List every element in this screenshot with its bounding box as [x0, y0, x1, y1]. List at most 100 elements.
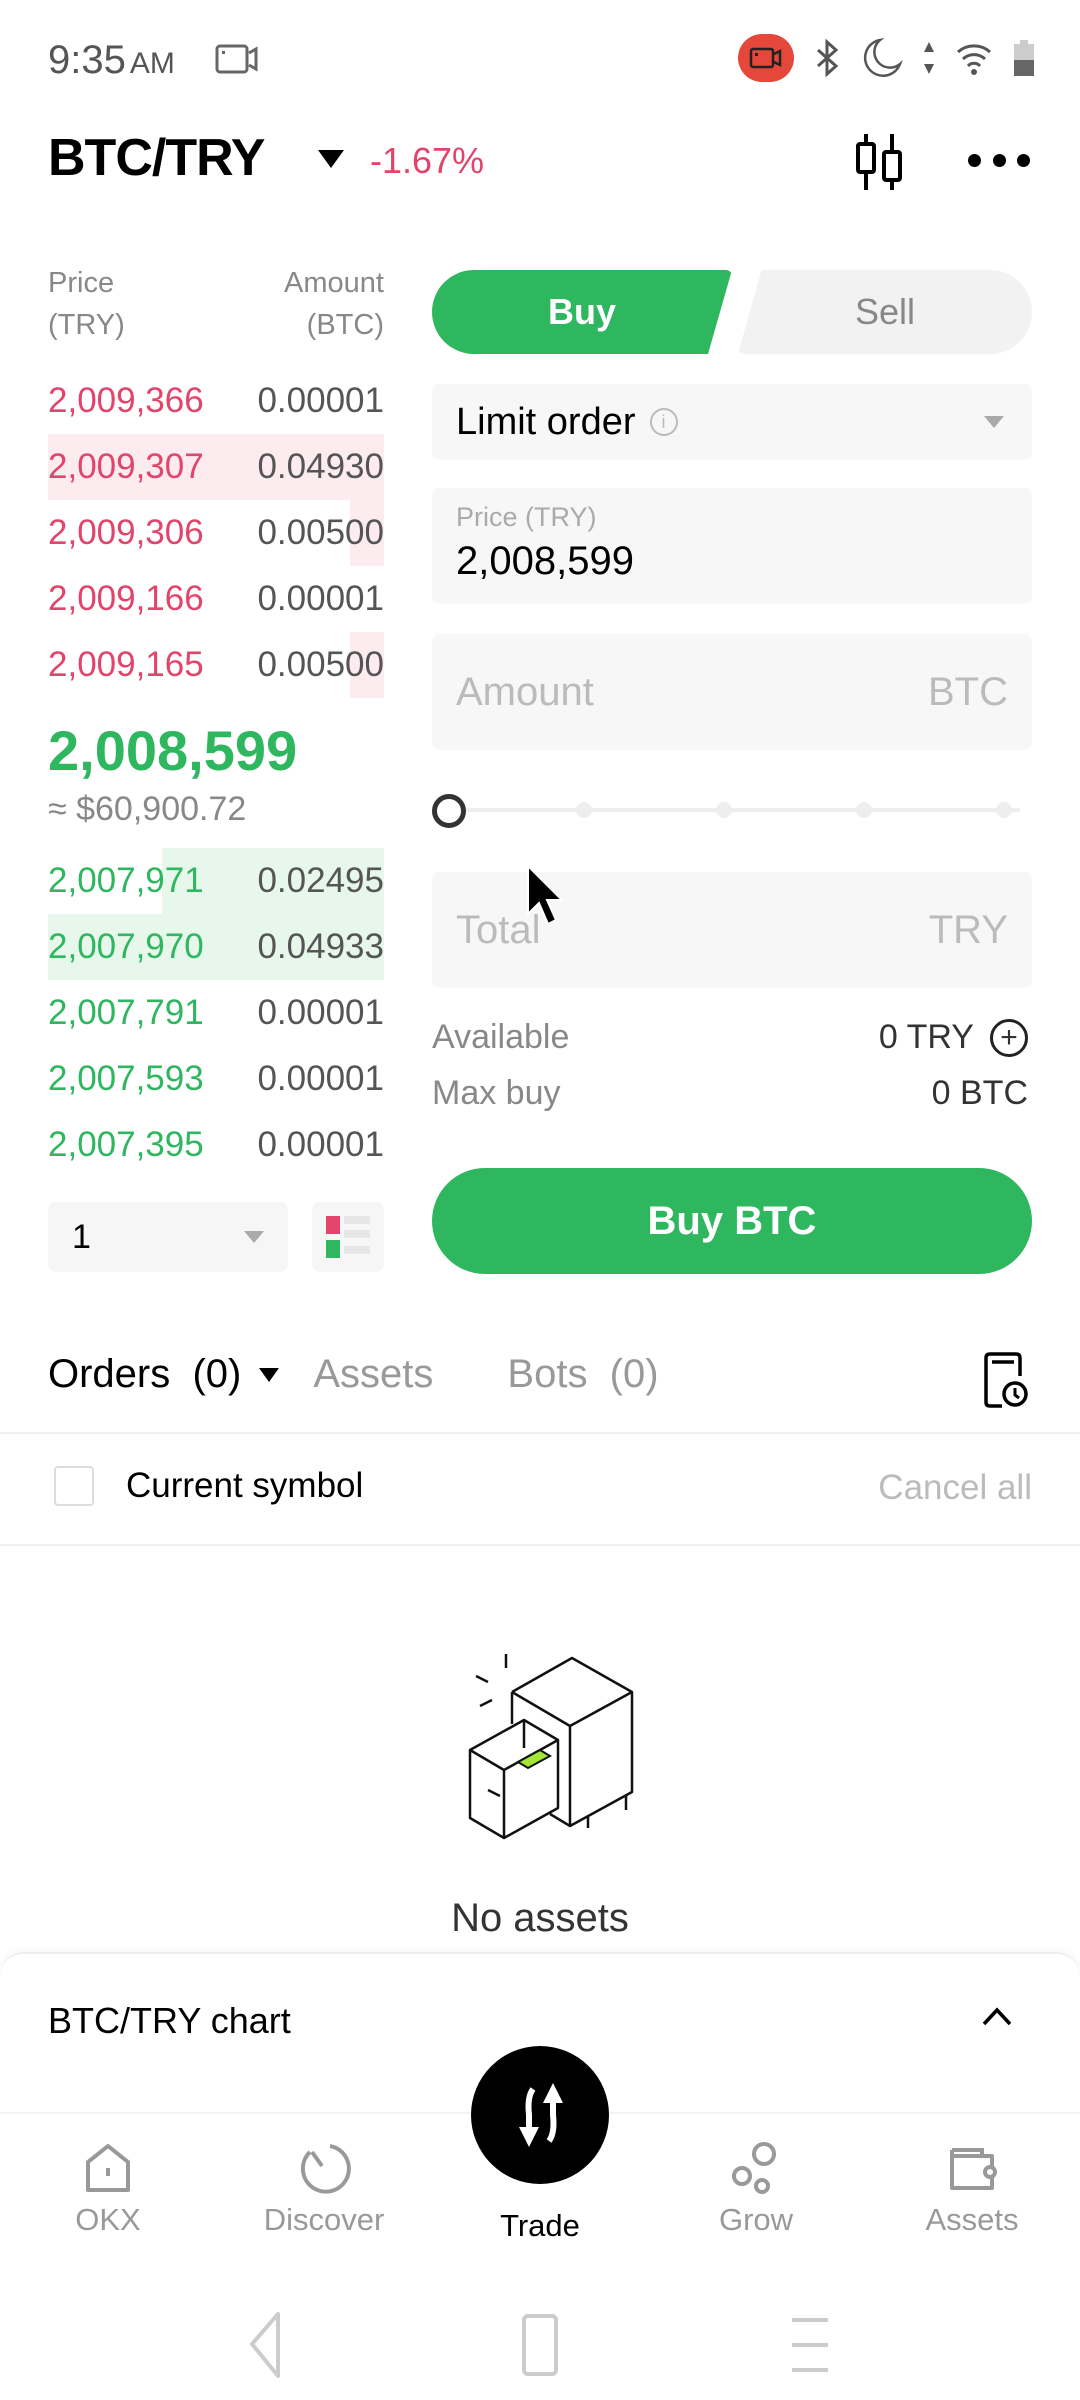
price-change-percent: -1.67%: [370, 140, 485, 181]
nav-assets[interactable]: Assets: [882, 2140, 1062, 2238]
data-arrows-icon: [924, 42, 934, 74]
add-funds-icon[interactable]: +: [990, 1018, 1028, 1057]
slider-tick-100[interactable]: [996, 802, 1012, 818]
ask-row[interactable]: 2,009,366 0.00001: [48, 368, 384, 434]
last-price-usd: ≈ $60,900.72: [48, 790, 247, 828]
pair-title[interactable]: BTC/TRY: [48, 128, 265, 188]
recents-icon[interactable]: [792, 2318, 828, 2372]
order-type-select[interactable]: Limit order i: [432, 384, 1032, 460]
grow-icon: [732, 2142, 776, 2194]
bid-row[interactable]: 2,007,971 0.02495: [48, 848, 384, 914]
side-toggle: Buy Sell: [432, 270, 1032, 354]
chart-panel-title[interactable]: BTC/TRY chart: [48, 2000, 291, 2042]
slider-tick-50[interactable]: [716, 802, 732, 818]
ask-price: 2,009,366: [48, 381, 204, 420]
tab-orders[interactable]: Orders (0): [48, 1352, 280, 1397]
home-icon: [86, 2144, 130, 2192]
max-buy-value: 0 BTC: [931, 1074, 1028, 1112]
do-not-disturb-icon: [863, 37, 903, 77]
available-label: Available: [432, 1018, 570, 1056]
ask-orders: 2,009,366 0.00001 2,009,307 0.04930 2,009,30…: [48, 368, 384, 698]
ask-row[interactable]: 2,009,166 0.00001: [48, 566, 384, 632]
amount-percent-slider[interactable]: [432, 790, 1028, 830]
chevron-up-icon[interactable]: [980, 2004, 1014, 2028]
back-icon[interactable]: [250, 2312, 280, 2378]
order-type-label: Limit order: [456, 400, 636, 443]
ask-price: 2,009,307: [48, 447, 204, 486]
slider-thumb[interactable]: [432, 794, 466, 828]
precision-select[interactable]: 1: [48, 1202, 288, 1272]
available-row: Available 0 TRY +: [432, 1018, 1028, 1057]
ask-amount: 0.00500: [257, 645, 384, 684]
bid-orders: 2,007,971 0.02495 2,007,970 0.04933 2,007,79…: [48, 848, 384, 1178]
order-book-layout-icon: [326, 1216, 370, 1258]
order-book-layout-toggle[interactable]: [312, 1202, 384, 1272]
info-icon[interactable]: i: [649, 408, 678, 436]
slider-tick-25[interactable]: [576, 802, 592, 818]
bid-amount: 0.04933: [257, 927, 384, 966]
price-input[interactable]: Price (TRY) 2,008,599: [432, 488, 1032, 604]
bid-amount: 0.02495: [257, 861, 384, 900]
tab-bots[interactable]: Bots (0): [507, 1352, 658, 1397]
nav-label: Discover: [263, 2202, 385, 2237]
current-symbol-label: Current symbol: [126, 1466, 364, 1505]
order-history-icon[interactable]: [980, 1350, 1028, 1408]
pair-dropdown-icon[interactable]: [318, 150, 344, 168]
amount-placeholder: Amount: [456, 669, 594, 714]
total-input[interactable]: Total TRY: [432, 872, 1032, 988]
chevron-down-icon: [984, 416, 1004, 428]
tab-assets[interactable]: Assets: [313, 1352, 433, 1397]
amount-input[interactable]: Amount BTC: [432, 634, 1032, 750]
cancel-all-button[interactable]: Cancel all: [878, 1468, 1032, 1508]
candlestick-chart-icon[interactable]: [850, 130, 910, 194]
bid-price: 2,007,593: [48, 1059, 204, 1098]
divider: [0, 1544, 1080, 1546]
nav-trade-label[interactable]: Trade: [450, 2208, 630, 2244]
bluetooth-icon: [817, 38, 839, 78]
system-navigation-bar: [250, 2312, 828, 2378]
last-price[interactable]: 2,008,599: [48, 718, 297, 783]
buy-tab[interactable]: Buy: [432, 270, 732, 354]
ask-row[interactable]: 2,009,307 0.04930: [48, 434, 384, 500]
amount-unit: BTC: [928, 669, 1008, 714]
buy-btc-button[interactable]: Buy BTC: [432, 1168, 1032, 1274]
caret-down-icon[interactable]: [259, 1367, 280, 1382]
nav-grow[interactable]: Grow: [666, 2140, 846, 2238]
home-button-icon[interactable]: [522, 2314, 558, 2376]
nav-discover[interactable]: Discover: [234, 2140, 414, 2238]
ask-price: 2,009,306: [48, 513, 204, 552]
chevron-down-icon: [244, 1231, 264, 1243]
ask-amount: 0.00500: [257, 513, 384, 552]
max-buy-label: Max buy: [432, 1074, 561, 1112]
more-options-icon[interactable]: [968, 148, 1030, 172]
bid-amount: 0.00001: [257, 1059, 384, 1098]
bid-amount: 0.00001: [257, 1125, 384, 1164]
ask-row[interactable]: 2,009,306 0.00500: [48, 500, 384, 566]
nav-trade-button[interactable]: [471, 2046, 609, 2184]
bid-price: 2,007,971: [48, 861, 204, 900]
bid-row[interactable]: 2,007,593 0.00001: [48, 1046, 384, 1112]
bid-price: 2,007,791: [48, 993, 204, 1032]
ampm-text: AM: [129, 47, 175, 80]
screen-record-icon: [215, 44, 258, 74]
divider: [0, 1432, 1080, 1434]
slider-tick-75[interactable]: [856, 802, 872, 818]
orders-tabs: Orders (0) Assets Bots (0): [48, 1352, 659, 1397]
bid-row[interactable]: 2,007,970 0.04933: [48, 914, 384, 980]
nav-label: OKX: [75, 2202, 141, 2237]
current-symbol-checkbox[interactable]: [54, 1466, 94, 1506]
nav-okx[interactable]: OKX: [18, 2140, 198, 2238]
ask-amount: 0.00001: [257, 579, 384, 618]
status-time: 9:35 AM: [48, 38, 175, 83]
status-bar: 9:35 AM: [0, 0, 1080, 120]
price-input-value[interactable]: 2,008,599: [456, 539, 1008, 584]
bid-row[interactable]: 2,007,791 0.00001: [48, 980, 384, 1046]
ask-amount: 0.04930: [257, 447, 384, 486]
sell-tab[interactable]: Sell: [738, 270, 1032, 354]
status-icons: [738, 34, 1036, 82]
slider-track[interactable]: [450, 808, 1020, 812]
ask-row[interactable]: 2,009,165 0.00500: [48, 632, 384, 698]
bid-row[interactable]: 2,007,395 0.00001: [48, 1112, 384, 1178]
total-unit: TRY: [928, 907, 1008, 952]
current-symbol-filter[interactable]: Current symbol: [54, 1466, 363, 1506]
